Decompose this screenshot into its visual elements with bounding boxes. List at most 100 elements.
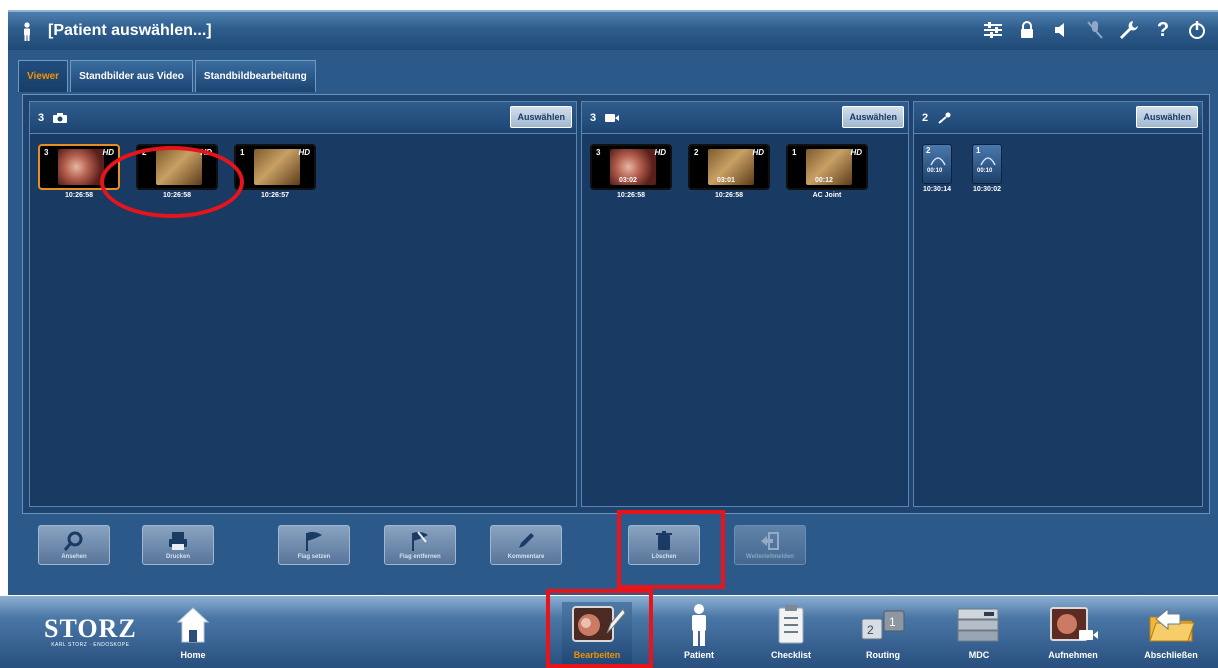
- logo-text: STORZ: [44, 614, 137, 643]
- thumbnail-label: AC Joint: [812, 192, 842, 199]
- dock-routing-label: Routing: [866, 650, 900, 660]
- thumbnail-image: [254, 149, 300, 185]
- hd-badge: HD: [102, 148, 114, 157]
- set-flag-button[interactable]: Flag setzen: [278, 525, 350, 565]
- workspace: Viewer Standbilder aus Video Standbildbe…: [8, 50, 1218, 595]
- dock-record[interactable]: Aufnehmen: [1038, 602, 1108, 666]
- help-icon[interactable]: ?: [1152, 18, 1174, 42]
- audio-select-button[interactable]: Auswählen: [1136, 106, 1198, 128]
- svg-text:2: 2: [867, 623, 874, 637]
- dock-finish[interactable]: Abschließen: [1136, 602, 1206, 666]
- audio-panel: 2 Auswählen 2 00:10 10:30:14 1 00:10 10:…: [913, 101, 1203, 507]
- device-icon: [951, 602, 1007, 648]
- video-thumbnail-1[interactable]: 1 HD 00:12 AC Joint: [786, 144, 868, 204]
- thumbnail-number: 3: [44, 148, 49, 157]
- svg-text:1: 1: [889, 615, 896, 629]
- speaker-icon[interactable]: [1050, 18, 1072, 42]
- audio-thumbnail-list: 2 00:10 10:30:14 1 00:10 10:30:02: [922, 144, 1002, 202]
- video-duration: 03:02: [619, 177, 637, 184]
- thumbnail-time: 10:26:57: [260, 192, 290, 199]
- videos-select-button[interactable]: Auswählen: [842, 106, 904, 128]
- dock-home-label: Home: [180, 650, 206, 660]
- printer-icon: [169, 532, 187, 550]
- routing-icon: 21: [855, 602, 911, 648]
- highlight-edit-box: [546, 589, 653, 668]
- thumbnail-number: 2: [694, 148, 699, 157]
- thumbnail-frame: 1 HD 00:12: [786, 144, 868, 190]
- tab-standbildbearbeitung[interactable]: Standbildbearbeitung: [194, 60, 316, 92]
- audio-duration: 00:10: [977, 168, 993, 174]
- videos-count: 3: [590, 112, 597, 124]
- dock-finish-label: Abschließen: [1144, 650, 1198, 660]
- audio-frame: 2 00:10: [922, 144, 952, 184]
- audio-count: 2: [922, 112, 929, 124]
- hd-badge: HD: [850, 148, 862, 157]
- export-icon: [761, 532, 779, 550]
- forward-button[interactable]: Weiterleitmelden: [734, 525, 806, 565]
- dock-record-label: Aufnehmen: [1048, 650, 1098, 660]
- set-flag-button-label: Flag setzen: [297, 554, 331, 560]
- hd-badge: HD: [752, 148, 764, 157]
- dock-patient[interactable]: Patient: [664, 602, 734, 666]
- videos-panel-header: 3 Auswählen: [582, 102, 908, 134]
- thumbnail-time: 10:26:58: [616, 192, 646, 199]
- images-count: 3: [38, 112, 45, 124]
- logo-subtext: KARL STORZ · ENDOSKOPE: [51, 642, 130, 648]
- checklist-icon: [763, 602, 819, 648]
- thumbnail-time: 10:26:58: [714, 192, 744, 199]
- waveform-icon: [930, 157, 946, 166]
- dock-checklist[interactable]: Checklist: [756, 602, 826, 666]
- remove-flag-button-label: Flag entfernen: [399, 554, 441, 560]
- comments-button-label: Kommentare: [507, 554, 545, 560]
- camera-icon: [52, 111, 68, 129]
- person-icon: [671, 602, 727, 648]
- view-button[interactable]: Ansehen: [38, 525, 110, 565]
- thumbnail-image: [58, 149, 104, 185]
- lock-icon[interactable]: [1016, 18, 1038, 42]
- audio-panel-header: 2 Auswählen: [914, 102, 1202, 134]
- audio-thumbnail-1[interactable]: 1 00:10 10:30:02: [972, 144, 1002, 202]
- audio-number: 1: [976, 146, 981, 155]
- waveform-icon: [980, 157, 996, 166]
- remove-flag-button[interactable]: Flag entfernen: [384, 525, 456, 565]
- audio-thumbnail-2[interactable]: 2 00:10 10:30:14: [922, 144, 952, 202]
- audio-frame: 1 00:10: [972, 144, 1002, 184]
- forward-button-label: Weiterleitmelden: [746, 554, 794, 560]
- comments-button[interactable]: Kommentare: [490, 525, 562, 565]
- thumbnail-number: 1: [792, 148, 797, 157]
- audio-time: 10:30:14: [922, 186, 952, 193]
- tab-viewer[interactable]: Viewer: [18, 60, 69, 92]
- videos-thumbnail-list: 3 HD 03:02 10:26:58 2 HD 03:01 10:26:58 …: [590, 144, 868, 204]
- video-duration: 03:01: [717, 177, 735, 184]
- microphone-muted-icon[interactable]: [1084, 18, 1106, 42]
- dock-routing[interactable]: 21 Routing: [848, 602, 918, 666]
- person-icon: [20, 22, 34, 42]
- dock-home[interactable]: Home: [158, 602, 228, 666]
- print-button[interactable]: Drucken: [142, 525, 214, 565]
- images-select-button[interactable]: Auswählen: [510, 106, 572, 128]
- power-icon[interactable]: [1186, 18, 1208, 42]
- print-button-label: Drucken: [165, 554, 190, 560]
- thumbnail-number: 1: [240, 148, 245, 157]
- tab-standbilder-aus-video[interactable]: Standbilder aus Video: [70, 60, 193, 92]
- flag-icon: [306, 531, 322, 551]
- wrench-icon[interactable]: [1118, 18, 1140, 42]
- video-camera-icon: [604, 111, 620, 129]
- home-icon: [165, 602, 221, 648]
- app-window: [Patient auswählen...] ? Viewer Standbil…: [0, 0, 1218, 668]
- settings-sliders-icon[interactable]: [982, 18, 1004, 42]
- dock-checklist-label: Checklist: [770, 650, 812, 660]
- video-thumbnail-2[interactable]: 2 HD 03:01 10:26:58: [688, 144, 770, 204]
- audio-number: 2: [926, 146, 931, 155]
- magnifier-icon: [63, 531, 83, 551]
- audio-duration: 00:10: [927, 168, 943, 174]
- hd-badge: HD: [298, 148, 310, 157]
- patient-title[interactable]: [Patient auswählen...]: [48, 22, 212, 40]
- system-icons: ?: [982, 18, 1208, 42]
- dock-mdc[interactable]: MDC: [944, 602, 1014, 666]
- image-thumbnail-1[interactable]: 1 HD 10:26:57: [234, 144, 316, 204]
- dock-patient-label: Patient: [683, 650, 714, 660]
- thumbnail-number: 3: [596, 148, 601, 157]
- video-thumbnail-3[interactable]: 3 HD 03:02 10:26:58: [590, 144, 672, 204]
- thumbnail-frame: 1 HD: [234, 144, 316, 190]
